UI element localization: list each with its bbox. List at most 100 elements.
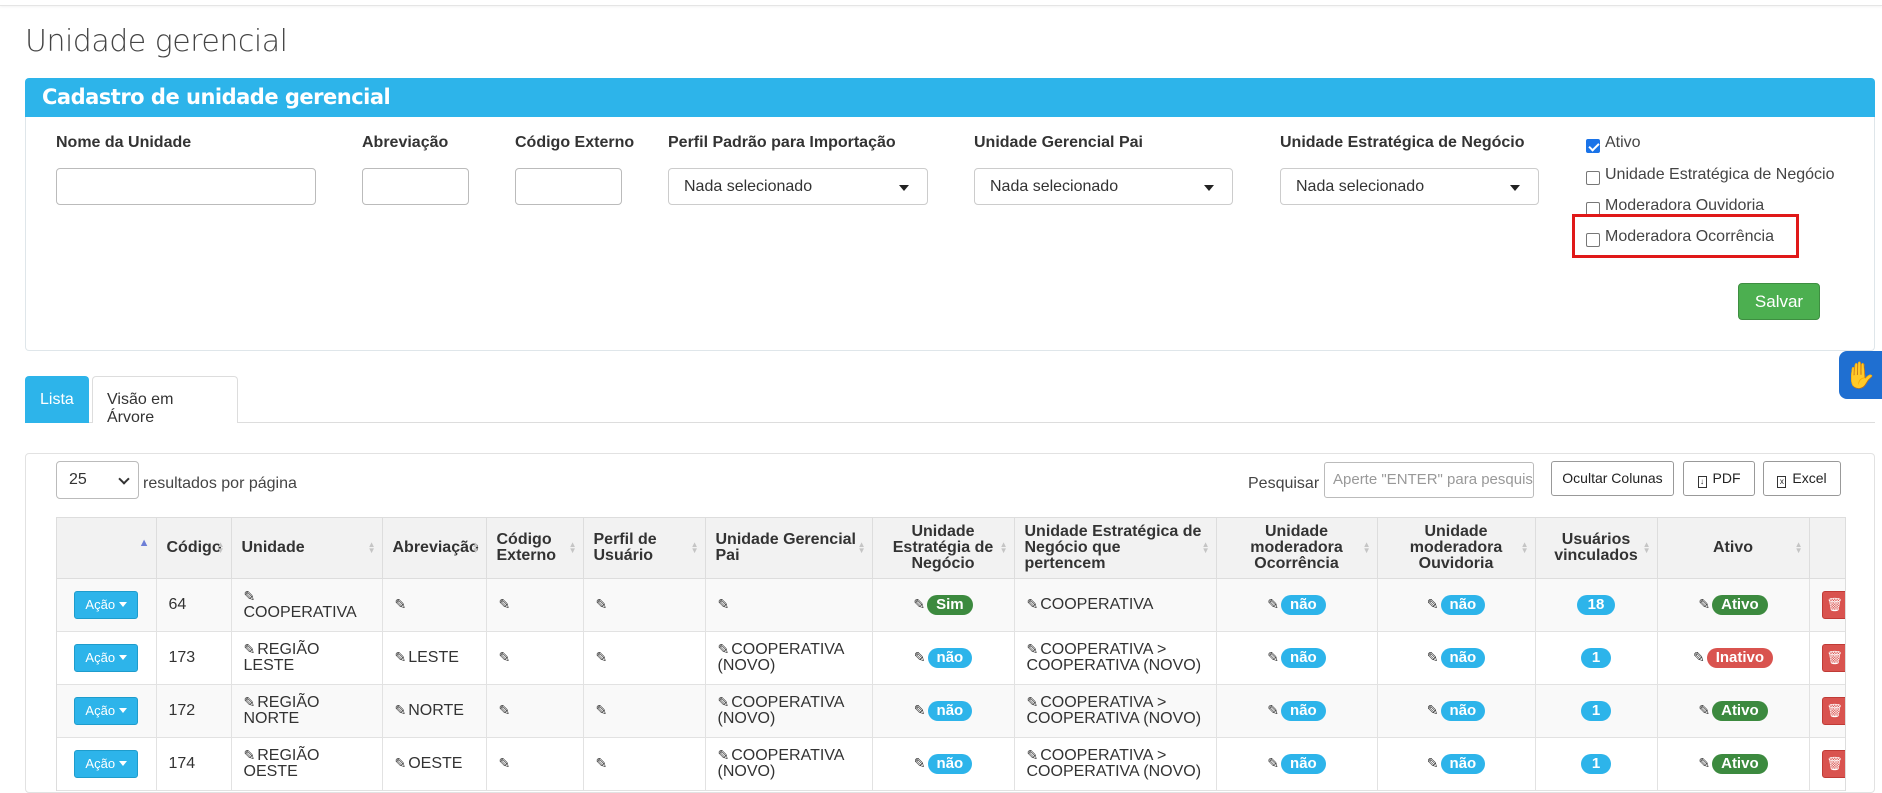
edit-icon[interactable]: ✎ bbox=[1267, 596, 1279, 612]
table-row: Ação 172 ✎ REGIÃO NORTE ✎ NORTE ✎ ✎ ✎ COOPERATIVA… bbox=[57, 684, 1845, 738]
edit-icon[interactable]: ✎ bbox=[1267, 755, 1279, 771]
status-badge: não bbox=[1281, 594, 1326, 615]
page-title: Unidade gerencial bbox=[25, 24, 288, 59]
edit-icon[interactable]: ✎ bbox=[1427, 596, 1439, 612]
edit-icon[interactable]: ✎ bbox=[395, 596, 407, 612]
abrev-cell: ✎ LESTE bbox=[382, 631, 487, 685]
edit-icon[interactable]: ✎ bbox=[1267, 702, 1279, 718]
edit-icon[interactable]: ✎ bbox=[1027, 641, 1039, 657]
col-header-codigo-externo[interactable]: Código Externo ▲ ▼ bbox=[486, 518, 584, 579]
edit-icon[interactable]: ✎ bbox=[1698, 596, 1710, 612]
col-header-usuarios[interactable]: Usuários vinculados ▲ ▼ bbox=[1535, 518, 1658, 579]
ocorrencia-cell: ✎ não bbox=[1216, 631, 1378, 685]
col-header-pertence[interactable]: Unidade Estratégica de Negócio que perte… bbox=[1014, 518, 1217, 579]
edit-icon[interactable]: ✎ bbox=[499, 755, 511, 771]
pdf-file-icon: ↓ bbox=[1697, 476, 1707, 488]
col-header-estrategia[interactable]: Unidade Estratégia de Negócio ▲ ▼ bbox=[872, 518, 1015, 579]
edit-icon[interactable]: ✎ bbox=[1698, 755, 1710, 771]
count-badge[interactable]: 1 bbox=[1580, 647, 1612, 668]
edit-icon[interactable]: ✎ bbox=[718, 641, 730, 657]
edit-icon[interactable]: ✎ bbox=[395, 702, 407, 718]
edit-icon[interactable]: ✎ bbox=[244, 641, 256, 657]
pdf-button[interactable]: ↓ PDF bbox=[1683, 461, 1755, 496]
edit-icon[interactable]: ✎ bbox=[913, 596, 925, 612]
count-badge[interactable]: 1 bbox=[1580, 700, 1612, 721]
nome-input[interactable] bbox=[56, 168, 316, 205]
estrategica-checkbox[interactable] bbox=[1586, 171, 1600, 185]
edit-icon[interactable]: ✎ bbox=[1027, 596, 1039, 612]
col-header-ativo[interactable]: Ativo ▲ ▼ bbox=[1657, 518, 1810, 579]
edit-icon[interactable]: ✎ bbox=[244, 747, 256, 763]
edit-icon[interactable]: ✎ bbox=[718, 596, 730, 612]
codigo-externo-cell: ✎ bbox=[486, 684, 584, 738]
edit-icon[interactable]: ✎ bbox=[1427, 649, 1439, 665]
caret-down-icon bbox=[899, 185, 909, 191]
excel-button[interactable]: x Excel bbox=[1763, 461, 1841, 496]
status-badge: Ativo bbox=[1712, 594, 1768, 615]
abreviacao-input[interactable] bbox=[362, 168, 469, 205]
edit-icon[interactable]: ✎ bbox=[244, 588, 256, 604]
edit-icon[interactable]: ✎ bbox=[395, 649, 407, 665]
perfil-select[interactable]: Nada selecionado bbox=[668, 168, 928, 205]
search-input[interactable]: Aperte "ENTER" para pesquisar bbox=[1324, 462, 1534, 498]
col-header-codigo[interactable]: Código ▲ ▼ bbox=[156, 518, 232, 579]
edit-icon[interactable]: ✎ bbox=[499, 649, 511, 665]
edit-icon[interactable]: ✎ bbox=[244, 694, 256, 710]
edit-icon[interactable]: ✎ bbox=[914, 649, 926, 665]
edit-icon[interactable]: ✎ bbox=[596, 649, 608, 665]
estrategica-select[interactable]: Nada selecionado bbox=[1280, 168, 1539, 205]
trash-icon[interactable]: 🗑 bbox=[1821, 643, 1845, 672]
form-panel-header: Cadastro de unidade gerencial bbox=[25, 78, 1875, 117]
edit-icon[interactable]: ✎ bbox=[1693, 649, 1705, 665]
edit-icon[interactable]: ✎ bbox=[1267, 649, 1279, 665]
edit-icon[interactable]: ✎ bbox=[1427, 755, 1439, 771]
ativo-checkbox[interactable] bbox=[1586, 139, 1600, 153]
ativo-cell: ✎ Ativo bbox=[1657, 737, 1810, 791]
ocorrencia-cell: ✎ não bbox=[1216, 737, 1378, 791]
tab-lista[interactable]: Lista bbox=[25, 376, 89, 423]
col-header-ouvidoria[interactable]: Unidade moderadora Ouvidoria ▲ ▼ bbox=[1377, 518, 1536, 579]
save-button[interactable]: Salvar bbox=[1738, 283, 1820, 320]
acao-button[interactable]: Ação bbox=[74, 643, 139, 672]
edit-icon[interactable]: ✎ bbox=[596, 596, 608, 612]
edit-icon[interactable]: ✎ bbox=[596, 702, 608, 718]
edit-icon[interactable]: ✎ bbox=[499, 702, 511, 718]
usuarios-cell: 18 bbox=[1535, 578, 1658, 632]
acao-button[interactable]: Ação bbox=[74, 696, 139, 725]
edit-icon[interactable]: ✎ bbox=[718, 747, 730, 763]
edit-icon[interactable]: ✎ bbox=[1027, 694, 1039, 710]
page-size-select[interactable]: 25 bbox=[56, 461, 139, 499]
hide-columns-button[interactable]: Ocultar Colunas bbox=[1551, 461, 1674, 496]
acao-button[interactable]: Ação bbox=[74, 749, 139, 778]
count-badge[interactable]: 1 bbox=[1580, 753, 1612, 774]
count-badge[interactable]: 18 bbox=[1576, 594, 1616, 615]
col-header-abreviacao[interactable]: Abreviação ▲ ▼ bbox=[382, 518, 487, 579]
edit-icon[interactable]: ✎ bbox=[499, 596, 511, 612]
edit-icon[interactable]: ✎ bbox=[718, 694, 730, 710]
acao-button[interactable]: Ação bbox=[74, 590, 139, 619]
sort-icon: ▲ ▼ bbox=[1642, 540, 1651, 555]
trash-icon[interactable]: 🗑 bbox=[1821, 590, 1845, 619]
edit-icon[interactable]: ✎ bbox=[914, 755, 926, 771]
codigo-externo-input[interactable] bbox=[515, 168, 622, 205]
edit-icon[interactable]: ✎ bbox=[1027, 747, 1039, 763]
trash-icon[interactable]: 🗑 bbox=[1821, 696, 1845, 725]
edit-icon[interactable]: ✎ bbox=[395, 755, 407, 771]
col-header-acao[interactable]: ▲ bbox=[57, 518, 157, 579]
accessibility-hand-icon[interactable]: ✋ bbox=[1839, 351, 1882, 399]
unidade-pai-select[interactable]: Nada selecionado bbox=[974, 168, 1233, 205]
tab-visao-arvore[interactable]: Visão em Árvore bbox=[92, 376, 238, 426]
edit-icon[interactable]: ✎ bbox=[596, 755, 608, 771]
edit-icon[interactable]: ✎ bbox=[1427, 702, 1439, 718]
edit-icon[interactable]: ✎ bbox=[914, 702, 926, 718]
ativo-cell: ✎ Ativo bbox=[1657, 684, 1810, 738]
col-header-ocorrencia[interactable]: Unidade moderadora Ocorrência ▲ ▼ bbox=[1216, 518, 1378, 579]
edit-icon[interactable]: ✎ bbox=[1698, 702, 1710, 718]
abrev-value: NORTE bbox=[408, 702, 464, 719]
col-header-perfil[interactable]: Perfil de Usuário ▲ ▼ bbox=[583, 518, 706, 579]
trash-icon[interactable]: 🗑 bbox=[1821, 749, 1845, 778]
pertence-value: COOPERATIVA bbox=[1040, 596, 1154, 613]
status-badge: não bbox=[1440, 753, 1486, 774]
col-header-unidade[interactable]: Unidade ▲ ▼ bbox=[231, 518, 383, 579]
col-header-pai[interactable]: Unidade Gerencial Pai ▲ ▼ bbox=[705, 518, 873, 579]
